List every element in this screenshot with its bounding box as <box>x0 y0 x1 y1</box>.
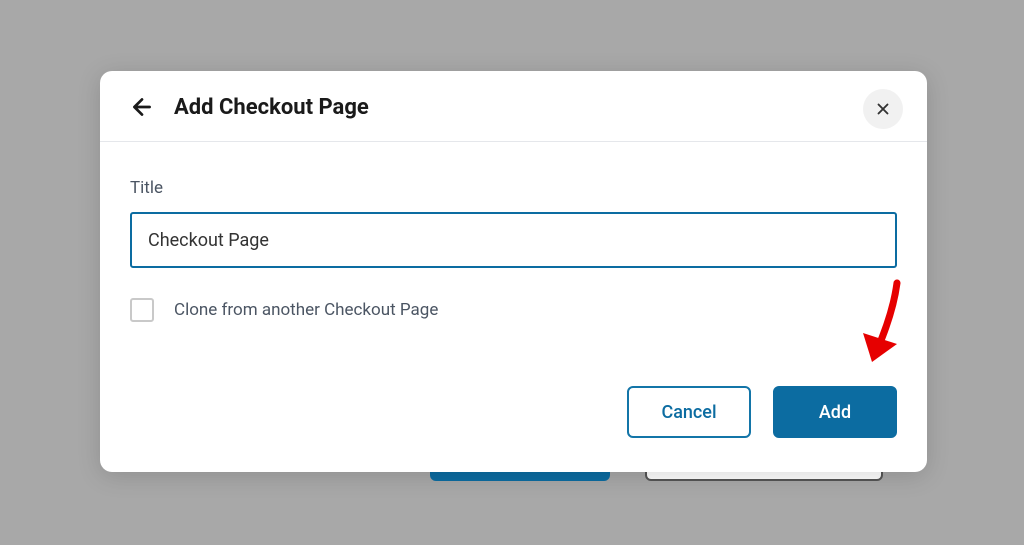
modal-title: Add Checkout Page <box>174 95 369 120</box>
title-input[interactable] <box>130 212 897 268</box>
arrow-left-icon <box>129 94 155 120</box>
cancel-button-label: Cancel <box>661 402 716 423</box>
cancel-button[interactable]: Cancel <box>627 386 751 438</box>
add-button-label: Add <box>819 402 851 423</box>
clone-checkbox[interactable] <box>130 298 154 322</box>
back-arrow-button[interactable] <box>128 93 156 121</box>
close-icon <box>874 100 892 118</box>
modal-header: Add Checkout Page <box>100 71 927 142</box>
modal-body: Title Clone from another Checkout Page <box>100 142 927 350</box>
add-checkout-page-modal: Add Checkout Page Title Clone from anoth… <box>100 71 927 472</box>
add-button[interactable]: Add <box>773 386 897 438</box>
clone-row: Clone from another Checkout Page <box>130 298 897 322</box>
clone-label: Clone from another Checkout Page <box>174 300 438 320</box>
close-button[interactable] <box>863 89 903 129</box>
modal-footer: Cancel Add <box>100 386 927 472</box>
title-label: Title <box>130 178 897 198</box>
